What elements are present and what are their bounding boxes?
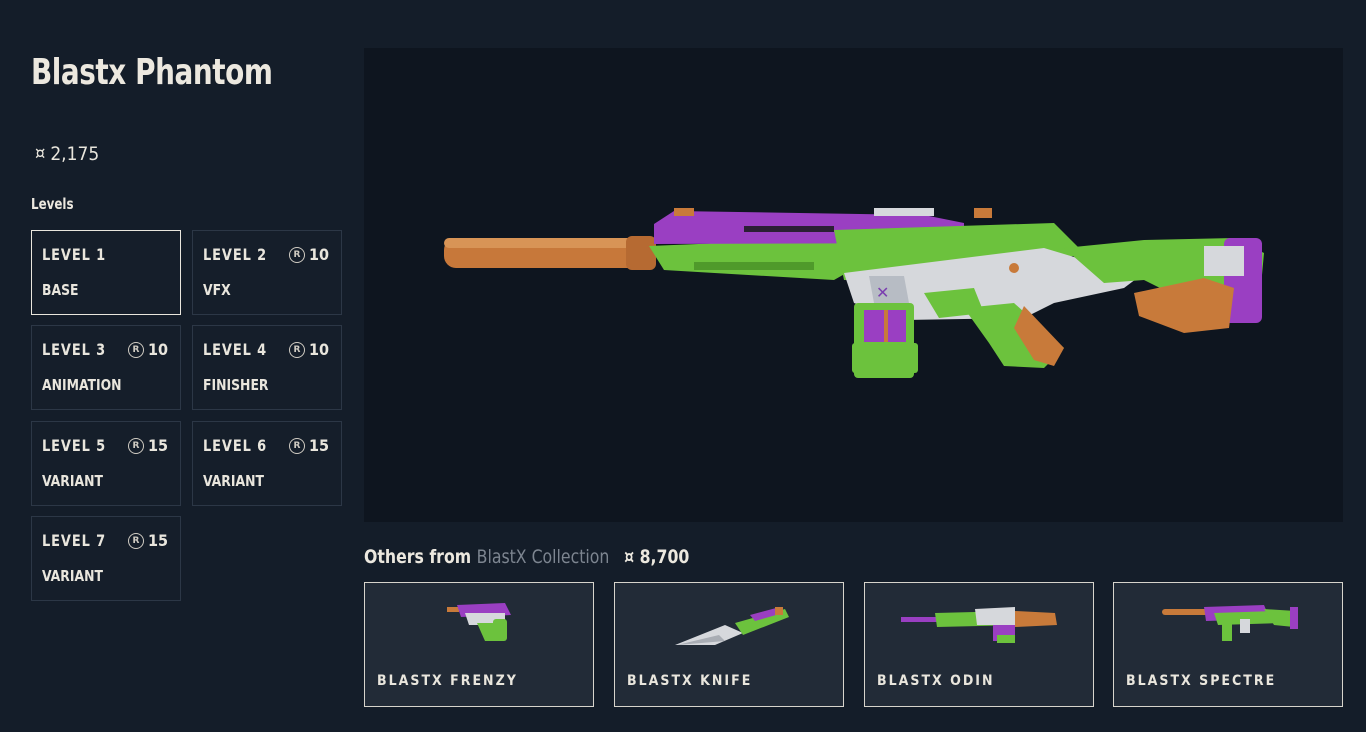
level-name: LEVEL 3: [42, 340, 107, 359]
item-name: BLASTX SPECTRE: [1126, 673, 1277, 689]
level-cost: R 10: [288, 340, 329, 359]
level-type: FINISHER: [203, 376, 269, 394]
valorant-points-icon: ¤: [624, 546, 635, 568]
price-value: 2,175: [50, 143, 100, 165]
level-card-5[interactable]: LEVEL 5 R 15 VARIANT: [31, 421, 181, 506]
cost-value: 10: [308, 340, 329, 359]
cost-value: 15: [308, 436, 329, 455]
item-name: BLASTX KNIFE: [627, 673, 753, 689]
cost-value: 10: [308, 245, 329, 264]
level-type: VARIANT: [42, 567, 103, 585]
radianite-icon: R: [288, 246, 305, 263]
frenzy-pistol-illustration: [447, 603, 511, 641]
page-title: Blastx Phantom: [31, 52, 273, 93]
collection-heading: Others from BlastX Collection ¤ 8,700: [364, 546, 689, 568]
cost-value: 10: [147, 340, 168, 359]
cost-value: 15: [147, 531, 168, 550]
radianite-icon: R: [288, 437, 305, 454]
level-name: LEVEL 5: [42, 436, 107, 455]
level-cost: R 15: [288, 436, 329, 455]
level-cost: R 15: [127, 436, 168, 455]
level-type: VARIANT: [42, 472, 103, 490]
level-card-4[interactable]: LEVEL 4 R 10 FINISHER: [192, 325, 342, 410]
weapon-preview[interactable]: ✕: [364, 48, 1343, 522]
levels-heading: Levels: [31, 195, 74, 213]
item-name: BLASTX ODIN: [877, 673, 995, 689]
level-name: LEVEL 6: [203, 436, 268, 455]
phantom-rifle-illustration: ✕: [444, 208, 1264, 378]
collection-item-odin[interactable]: BLASTX ODIN: [864, 582, 1094, 707]
svg-text:✕: ✕: [876, 283, 889, 302]
level-name: LEVEL 4: [203, 340, 268, 359]
valorant-points-icon: ¤: [35, 143, 46, 164]
level-type: BASE: [42, 281, 79, 299]
level-card-1[interactable]: LEVEL 1 BASE: [31, 230, 181, 315]
skin-price: ¤ 2,175: [35, 143, 99, 165]
level-name: LEVEL 1: [42, 245, 107, 264]
level-cost: R 10: [127, 340, 168, 359]
collection-item-spectre[interactable]: BLASTX SPECTRE: [1113, 582, 1343, 707]
radianite-icon: R: [127, 437, 144, 454]
level-card-7[interactable]: LEVEL 7 R 15 VARIANT: [31, 516, 181, 601]
collection-name[interactable]: BlastX Collection: [477, 546, 610, 568]
cost-value: 15: [147, 436, 168, 455]
level-name: LEVEL 2: [203, 245, 268, 264]
level-type: VARIANT: [203, 472, 264, 490]
level-cost: R 15: [127, 531, 168, 550]
collection-item-frenzy[interactable]: BLASTX FRENZY: [364, 582, 594, 707]
collection-price: 8,700: [639, 546, 690, 568]
level-type: ANIMATION: [42, 376, 122, 394]
knife-illustration: [675, 607, 789, 645]
radianite-icon: R: [127, 532, 144, 549]
level-cost: R 10: [288, 245, 329, 264]
level-name: LEVEL 7: [42, 531, 107, 550]
radianite-icon: R: [288, 341, 305, 358]
odin-machinegun-illustration: [901, 607, 1057, 643]
item-name: BLASTX FRENZY: [377, 673, 518, 689]
radianite-icon: R: [127, 341, 144, 358]
level-card-3[interactable]: LEVEL 3 R 10 ANIMATION: [31, 325, 181, 410]
level-card-2[interactable]: LEVEL 2 R 10 VFX: [192, 230, 342, 315]
level-type: VFX: [203, 281, 231, 299]
level-card-6[interactable]: LEVEL 6 R 15 VARIANT: [192, 421, 342, 506]
collection-prefix: Others from: [364, 546, 472, 568]
spectre-smg-illustration: [1162, 605, 1298, 641]
collection-item-knife[interactable]: BLASTX KNIFE: [614, 582, 844, 707]
